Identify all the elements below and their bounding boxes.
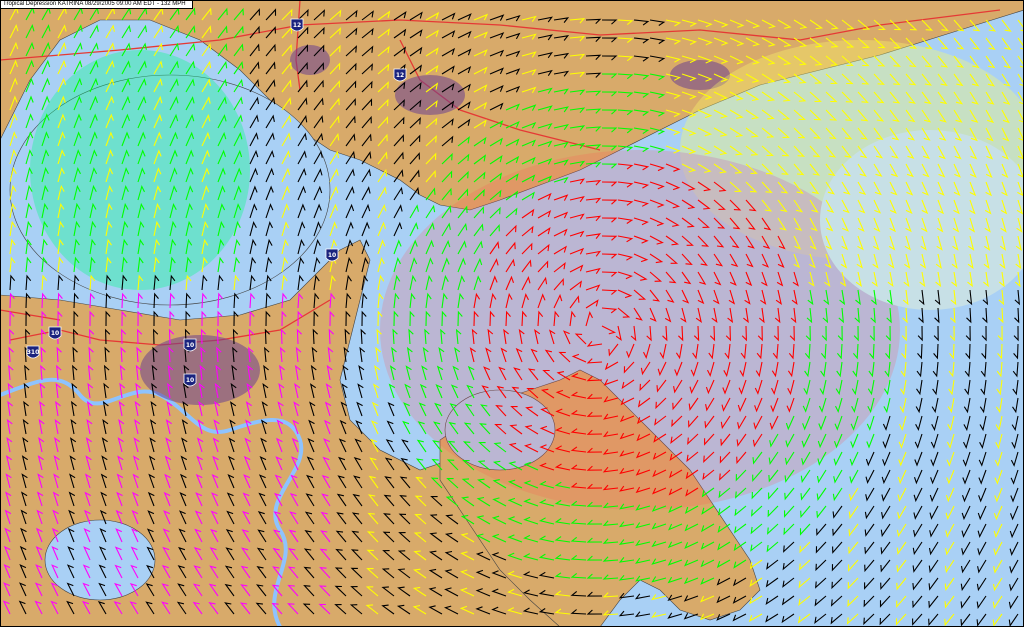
shield-route-label: 12 [293,22,301,29]
shield-310: 310 [26,345,40,359]
shield-route-label: 12 [396,72,404,79]
shield-route-label: 10 [328,252,336,259]
shield-i10-west: 10 [48,326,62,340]
shield-route-label: 10 [186,342,194,349]
shield-i12-east: 12 [393,68,407,82]
storm-title-bar: Tropical Depression KATRINA 08/29/2005 0… [0,0,193,9]
shield-route-label: 10 [51,330,59,337]
shield-i12-north: 12 [290,18,304,32]
map-viewport[interactable]: Tropical Depression KATRINA 08/29/2005 0… [0,0,1024,627]
shield-i10-south: 10 [183,373,197,387]
shield-route-label: 310 [27,349,40,356]
shield-i10-central: 10 [183,338,197,352]
lake-south [44,519,156,601]
map-canvas[interactable]: 12 12 10 10 10 10 310 [0,0,1024,627]
shield-i10-northeast: 10 [325,248,339,262]
shield-route-label: 10 [186,377,194,384]
